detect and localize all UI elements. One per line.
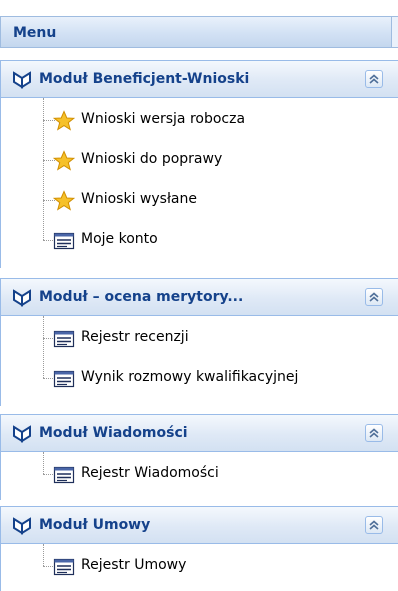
section-body-ocena-merytoryczna: Rejestr recenzji Wynik rozmowy kwalifika… bbox=[0, 316, 398, 406]
tree-item-rejestr-recenzji[interactable]: Rejestr recenzji bbox=[1, 318, 398, 358]
menu-header: Menu bbox=[0, 16, 398, 48]
tree-item-label: Wnioski wysłane bbox=[81, 191, 197, 207]
collapse-button[interactable] bbox=[365, 288, 383, 306]
collapse-button[interactable] bbox=[365, 516, 383, 534]
header-edge-tab bbox=[391, 17, 398, 47]
star-icon bbox=[53, 110, 75, 131]
section-title: Moduł Wiadomości bbox=[39, 425, 188, 441]
section-header-umowy[interactable]: Moduł Umowy bbox=[0, 506, 398, 544]
tree-item-label: Rejestr Wiadomości bbox=[81, 465, 219, 481]
module-icon bbox=[13, 425, 31, 443]
collapse-button[interactable] bbox=[365, 424, 383, 442]
tree-item-label: Rejestr Umowy bbox=[81, 557, 187, 573]
tree-item-label: Wnioski do poprawy bbox=[81, 151, 223, 167]
section-body-umowy: Rejestr Umowy bbox=[0, 544, 398, 591]
section-body-wiadomosci: Rejestr Wiadomości bbox=[0, 452, 398, 500]
tree-item-wnioski-wyslane[interactable]: Wnioski wysłane bbox=[1, 180, 398, 220]
list-icon bbox=[53, 330, 75, 348]
list-icon bbox=[53, 558, 75, 576]
menu-title: Menu bbox=[13, 25, 57, 41]
tree-item-label: Wynik rozmowy kwalifikacyjnej bbox=[81, 369, 299, 385]
menu-panel: Menu Moduł Beneficjent-Wnioski Wnioski w… bbox=[0, 16, 398, 591]
chevron-up-double-icon bbox=[369, 74, 379, 84]
section-header-beneficjent[interactable]: Moduł Beneficjent-Wnioski bbox=[0, 60, 398, 98]
list-icon bbox=[53, 466, 75, 484]
section-title: Moduł – ocena merytory... bbox=[39, 289, 244, 305]
tree-item-wnioski-do-poprawy[interactable]: Wnioski do poprawy bbox=[1, 140, 398, 180]
chevron-up-double-icon bbox=[369, 292, 379, 302]
module-icon bbox=[13, 517, 31, 535]
tree-item-rejestr-wiadomosci[interactable]: Rejestr Wiadomości bbox=[1, 454, 398, 494]
module-icon bbox=[13, 289, 31, 307]
tree-item-rejestr-umowy[interactable]: Rejestr Umowy bbox=[1, 546, 398, 586]
section-header-wiadomosci[interactable]: Moduł Wiadomości bbox=[0, 414, 398, 452]
tree-item-label: Wnioski wersja robocza bbox=[81, 111, 246, 127]
star-icon bbox=[53, 190, 75, 211]
module-icon bbox=[13, 71, 31, 89]
section-body-beneficjent: Wnioski wersja robocza Wnioski do popraw… bbox=[0, 98, 398, 268]
chevron-up-double-icon bbox=[369, 520, 379, 530]
list-icon bbox=[53, 370, 75, 388]
collapse-button[interactable] bbox=[365, 70, 383, 88]
section-header-ocena-merytoryczna[interactable]: Moduł – ocena merytory... bbox=[0, 278, 398, 316]
tree-item-label: Rejestr recenzji bbox=[81, 329, 189, 345]
tree-item-moje-konto[interactable]: Moje konto bbox=[1, 220, 398, 260]
star-icon bbox=[53, 150, 75, 171]
list-icon bbox=[53, 232, 75, 250]
section-title: Moduł Beneficjent-Wnioski bbox=[39, 71, 250, 87]
section-title: Moduł Umowy bbox=[39, 517, 151, 533]
tree-item-wynik-rozmowy[interactable]: Wynik rozmowy kwalifikacyjnej bbox=[1, 358, 398, 398]
tree-item-label: Moje konto bbox=[81, 231, 158, 247]
chevron-up-double-icon bbox=[369, 428, 379, 438]
tree-item-wnioski-wersja-robocza[interactable]: Wnioski wersja robocza bbox=[1, 100, 398, 140]
